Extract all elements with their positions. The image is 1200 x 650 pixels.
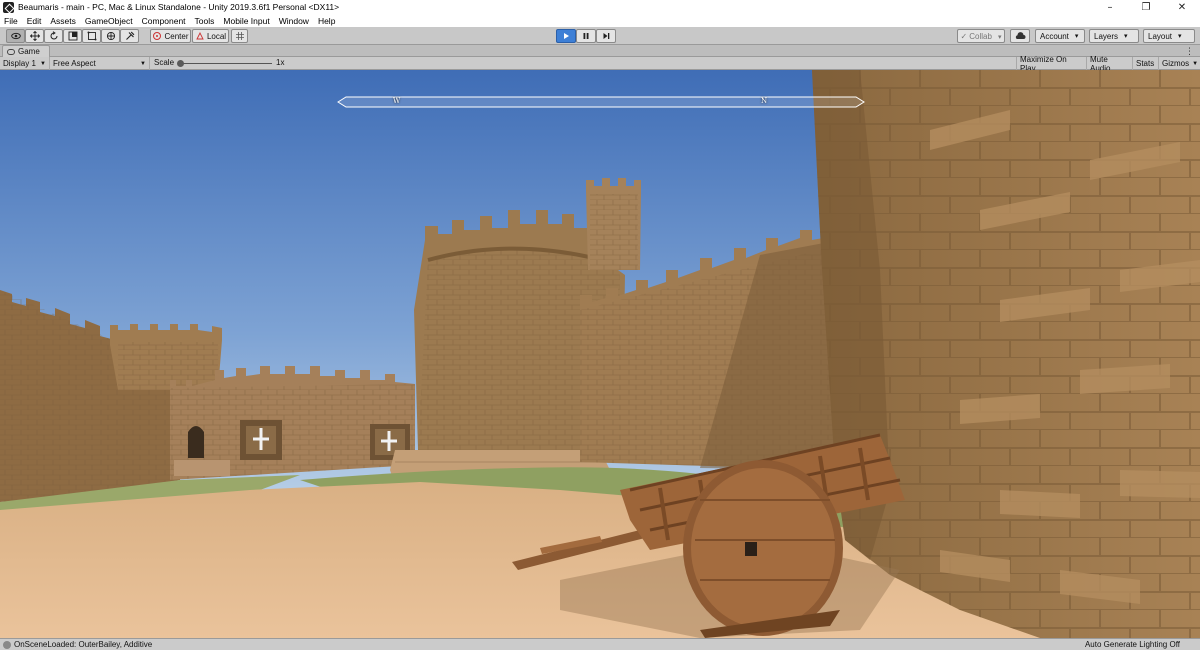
tab-game[interactable]: Game: [2, 45, 50, 57]
account-label: Account: [1040, 31, 1069, 41]
transform-icon: [106, 31, 115, 41]
scale-slider-track[interactable]: [178, 63, 272, 64]
layout-dropdown[interactable]: Layout: [1143, 29, 1195, 43]
menu-help[interactable]: Help: [318, 16, 335, 26]
gizmos-dropdown[interactable]: Gizmos ▼: [1158, 57, 1200, 70]
move-tool-button[interactable]: [25, 29, 44, 43]
scale-value: 1x: [276, 58, 285, 67]
rotate-icon: [50, 31, 57, 40]
pivot-mode-label: Center: [164, 31, 189, 41]
step-button[interactable]: [596, 29, 616, 43]
menu-window[interactable]: Window: [279, 16, 309, 26]
lighting-status: Auto Generate Lighting Off: [1084, 640, 1180, 649]
menu-assets[interactable]: Assets: [50, 16, 76, 26]
game-view-icon: [7, 48, 15, 55]
local-space-icon: [196, 31, 204, 40]
aspect-dropdown[interactable]: Free Aspect ▼: [50, 57, 150, 70]
close-button[interactable]: ✕: [1164, 0, 1200, 14]
chevron-down-icon: ▼: [1192, 60, 1199, 67]
tab-game-label: Game: [18, 47, 40, 56]
wrench-icon: [125, 31, 134, 40]
castle-scene: [0, 70, 1200, 638]
scale-tool-button[interactable]: [63, 29, 82, 43]
near-tower-wall: [812, 70, 1200, 638]
pivot-center-icon: [153, 32, 162, 40]
maximize-on-play-toggle[interactable]: Maximize On Play: [1016, 55, 1086, 73]
rear-turret: [586, 178, 641, 270]
pivot-mode-button[interactable]: Center: [150, 29, 191, 43]
pivot-rotation-button[interactable]: Local: [192, 29, 229, 43]
step-icon: [603, 33, 610, 39]
main-toolbar: Center Local ✓ Collab Account Layers Lay…: [0, 27, 1200, 45]
eye-icon: [10, 32, 21, 40]
scale-slider-thumb[interactable]: [177, 60, 184, 67]
left-round-tower: [110, 324, 222, 390]
stats-label: Stats: [1136, 59, 1155, 68]
pause-icon: [583, 33, 589, 39]
compass-west-label: W: [393, 97, 401, 105]
snap-settings-button[interactable]: [231, 29, 248, 43]
menu-bar: File Edit Assets GameObject Component To…: [0, 14, 1200, 27]
game-view-controls: Display 1 ▼ Free Aspect ▼ Scale 1x Maxim…: [0, 55, 1200, 73]
layers-label: Layers: [1094, 31, 1119, 41]
menu-gameobject[interactable]: GameObject: [85, 16, 133, 26]
account-dropdown[interactable]: Account: [1035, 29, 1085, 43]
tab-menu-icon[interactable]: ⋮: [1185, 46, 1194, 57]
menu-edit[interactable]: Edit: [27, 16, 42, 26]
chevron-down-icon: ▼: [40, 60, 46, 67]
status-bar: OnSceneLoaded: OuterBailey, Additive Aut…: [0, 638, 1200, 650]
scale-label: Scale: [154, 58, 175, 67]
rect-tool-button[interactable]: [82, 29, 101, 43]
rotate-tool-button[interactable]: [44, 29, 63, 43]
console-message[interactable]: OnSceneLoaded: OuterBailey, Additive: [14, 640, 152, 649]
transform-tool-button[interactable]: [101, 29, 120, 43]
inner-bailey-wall: [170, 366, 415, 480]
menu-mobile-input[interactable]: Mobile Input: [223, 16, 269, 26]
collab-button[interactable]: ✓ Collab: [957, 29, 1005, 43]
game-viewport[interactable]: W N: [0, 70, 1200, 638]
collab-label: Collab: [969, 32, 1001, 41]
stats-toggle[interactable]: Stats: [1132, 57, 1158, 70]
grid-snap-icon: [235, 32, 244, 40]
collab-check-icon: ✓: [960, 31, 968, 41]
rect-transform-icon: [87, 31, 96, 41]
title-bar: Beaumaris - main - PC, Mac & Linux Stand…: [0, 0, 1200, 14]
scale-icon: [68, 31, 77, 41]
info-icon: [3, 640, 11, 649]
display-label: Display 1: [3, 59, 36, 68]
play-icon: [564, 33, 569, 39]
restore-button[interactable]: ❐: [1128, 0, 1164, 14]
aspect-label: Free Aspect: [53, 59, 96, 68]
minimize-button[interactable]: –: [1092, 0, 1128, 14]
layers-dropdown[interactable]: Layers: [1089, 29, 1139, 43]
hand-tool-button[interactable]: [6, 29, 25, 43]
gizmos-label: Gizmos: [1162, 59, 1190, 68]
compass-bar: [337, 96, 865, 108]
display-dropdown[interactable]: Display 1 ▼: [0, 57, 50, 70]
cloud-services-button[interactable]: [1010, 29, 1030, 43]
chevron-down-icon: ▼: [140, 60, 146, 67]
menu-tools[interactable]: Tools: [195, 16, 215, 26]
compass-north-label: N: [761, 97, 768, 105]
window-title: Beaumaris - main - PC, Mac & Linux Stand…: [18, 2, 340, 12]
mute-audio-toggle[interactable]: Mute Audio: [1086, 55, 1132, 73]
window-controls: – ❐ ✕: [1092, 0, 1200, 14]
menu-file[interactable]: File: [4, 16, 18, 26]
pause-button[interactable]: [576, 29, 596, 43]
unity-logo-icon: [3, 1, 14, 13]
play-button[interactable]: [556, 29, 576, 43]
layout-label: Layout: [1148, 31, 1173, 41]
cloud-icon: [1015, 32, 1026, 39]
move-arrows-icon: [29, 31, 40, 41]
menu-component[interactable]: Component: [142, 16, 186, 26]
custom-tool-button[interactable]: [120, 29, 139, 43]
pivot-rotation-label: Local: [206, 31, 227, 41]
